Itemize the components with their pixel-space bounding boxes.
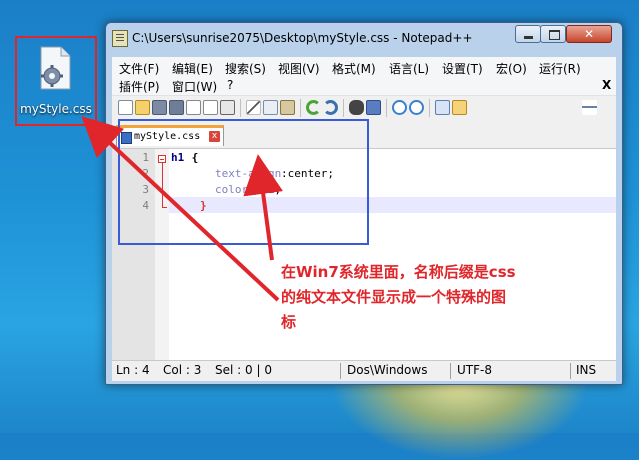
arrow-to-editor <box>243 154 283 261</box>
annotation-line: 标 <box>281 313 297 331</box>
annotation-arrows <box>81 116 283 302</box>
annotation-text: 在Win7系统里面，名称后缀是css 的纯文本文件显示成一个特殊的图 标 <box>281 260 541 335</box>
annotation-line: 在Win7系统里面，名称后缀是css <box>281 263 516 281</box>
arrow-to-desktop-icon <box>81 116 280 302</box>
annotation-line: 的纯文本文件显示成一个特殊的图 <box>281 288 507 306</box>
